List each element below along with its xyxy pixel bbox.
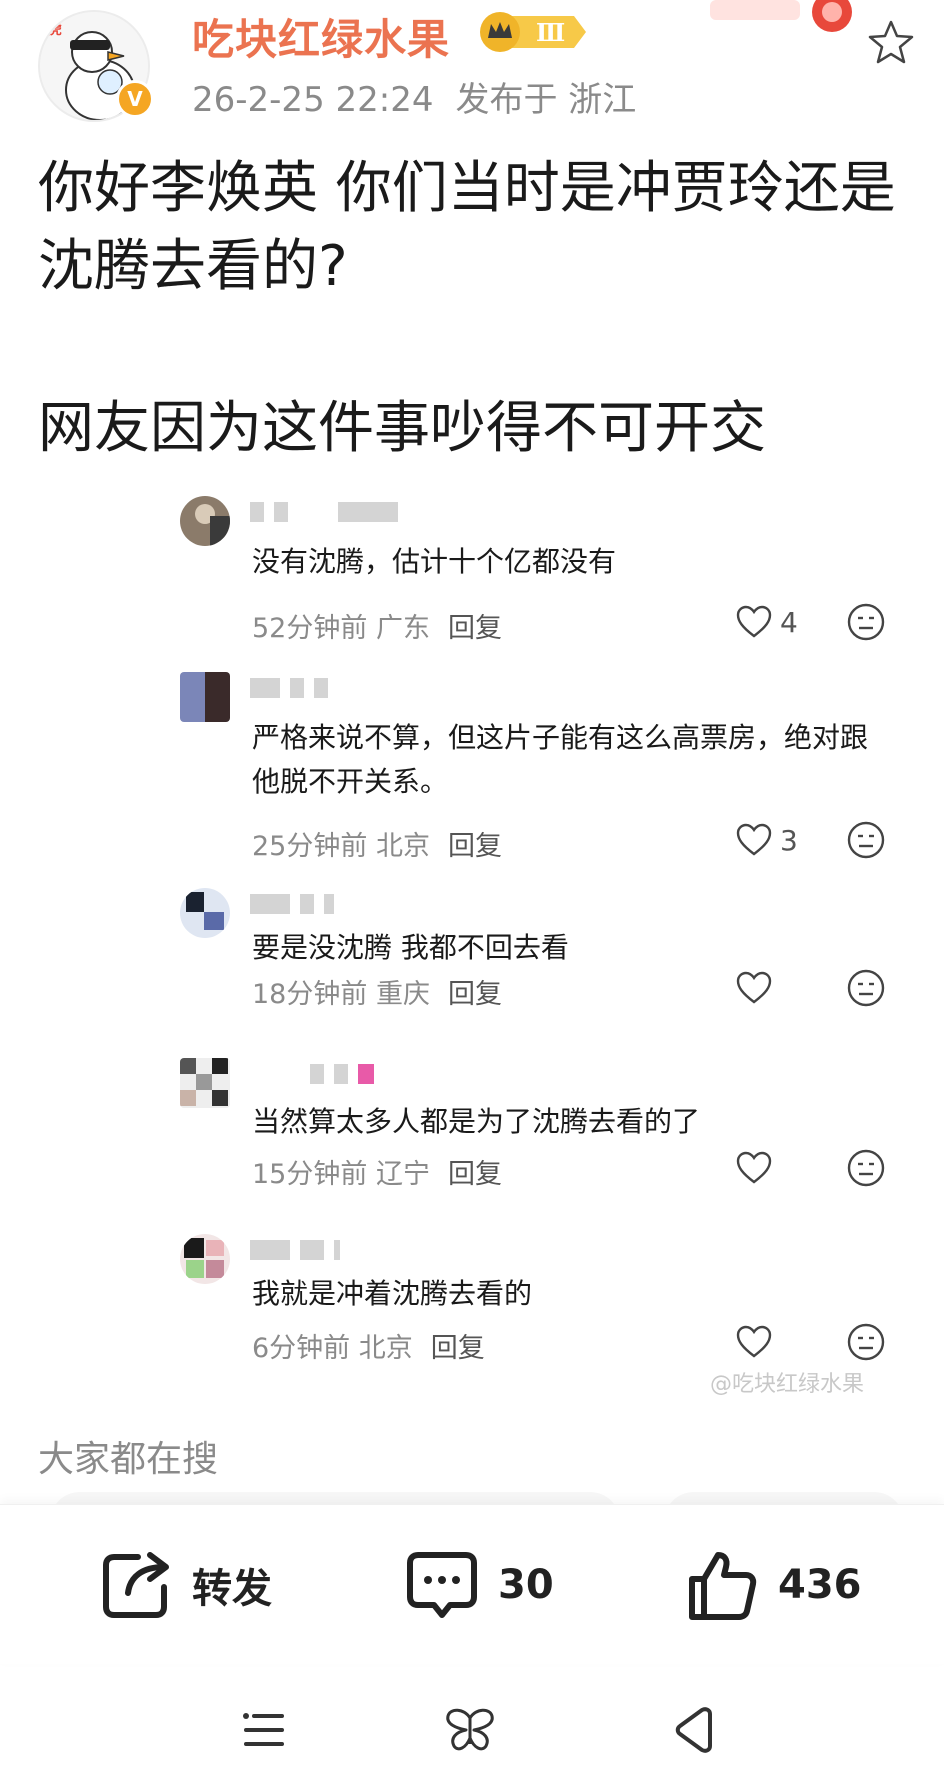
commenter-avatar[interactable]	[180, 1058, 230, 1108]
like-button[interactable]: 436	[684, 1545, 862, 1625]
emoji-icon[interactable]	[846, 820, 886, 860]
commenter-name-blurred	[250, 894, 450, 916]
comment-location: 北京	[358, 1333, 413, 1364]
commenter-name-blurred	[250, 678, 450, 700]
emoji-icon[interactable]	[846, 968, 886, 1008]
post-text-question: 你好李焕英 你们当时是冲贾玲还是沈腾去看的?	[38, 156, 896, 299]
comment-like-button[interactable]	[736, 1148, 816, 1188]
comment-text: 要是没沈腾 我都不回去看	[252, 931, 569, 964]
comment-location: 北京	[375, 831, 430, 862]
heart-icon	[736, 971, 772, 1004]
back-icon[interactable]	[668, 1704, 720, 1756]
heart-icon	[736, 1325, 772, 1358]
post-location: 发布于 浙江	[455, 80, 637, 120]
svg-text:虎: 虎	[48, 21, 62, 38]
comment-meta: 25分钟前 北京 回复	[252, 824, 502, 863]
comment-time: 18分钟前	[252, 979, 368, 1010]
like-count: 436	[778, 1562, 862, 1608]
comment-meta: 52分钟前 广东 回复	[252, 606, 502, 645]
level-badge-icon: Ⅲ	[480, 12, 586, 52]
heart-icon	[736, 1151, 772, 1184]
comment-time: 52分钟前	[252, 613, 368, 644]
comment-meta: 6分钟前 北京 回复	[252, 1326, 485, 1365]
comment-like-button[interactable]	[736, 1322, 816, 1362]
comment-like-count: 4	[780, 605, 798, 639]
comment-like-button[interactable]: 3	[736, 820, 816, 860]
commenter-name-blurred	[250, 1064, 450, 1086]
comment-meta: 15分钟前 辽宁 回复	[252, 1152, 502, 1191]
comment-location: 重庆	[375, 979, 430, 1010]
watermark-text: @吃块红绿水果	[710, 1372, 865, 1397]
post-meta: 26-2-25 22:24 发布于 浙江	[192, 72, 658, 121]
comment-time: 25分钟前	[252, 831, 368, 862]
reply-button[interactable]: 回复	[448, 979, 502, 1010]
repost-label: 转发	[192, 1566, 272, 1612]
commenter-name-blurred	[250, 502, 450, 524]
commenter-avatar[interactable]	[180, 1234, 230, 1284]
commenter-name-blurred	[250, 1240, 450, 1262]
comment-text: 当然算太多人都是为了沈腾去看的了	[252, 1105, 701, 1138]
comment-icon	[407, 1552, 477, 1618]
emoji-icon[interactable]	[846, 602, 886, 642]
comment-text: 没有沈腾，估计十个亿都没有	[252, 545, 617, 578]
post-action-bar: 转发 30 436	[0, 1504, 944, 1664]
post-header: 虎 V 吃块红绿水果 Ⅲ 26-2-25 22:24 发布于 浙江	[0, 0, 944, 130]
emoji-icon[interactable]	[846, 1148, 886, 1188]
tiger-sticker-icon	[710, 0, 852, 32]
reply-button[interactable]: 回复	[448, 831, 502, 862]
comment-like-button[interactable]	[736, 968, 816, 1008]
commenter-avatar[interactable]	[180, 672, 230, 722]
comment-text: 严格来说不算，但这片子能有这么高票房，绝对跟他脱不开关系。	[252, 721, 869, 798]
butterfly-icon[interactable]	[444, 1704, 496, 1756]
comment-location: 辽宁	[375, 1159, 430, 1190]
comment-button[interactable]: 30	[404, 1545, 554, 1625]
comment-like-button[interactable]: 4	[736, 602, 816, 642]
commenter-avatar[interactable]	[180, 888, 230, 938]
heart-icon	[736, 823, 772, 856]
menu-icon[interactable]	[238, 1704, 290, 1756]
heart-icon	[736, 605, 772, 638]
thumb-up-icon	[689, 1552, 757, 1620]
emoji-icon[interactable]	[846, 1322, 886, 1362]
verified-badge: V	[116, 80, 154, 118]
comment-time: 15分钟前	[252, 1159, 368, 1190]
repost-icon	[103, 1552, 169, 1618]
comment-location: 广东	[375, 613, 430, 644]
reply-button[interactable]: 回复	[431, 1333, 485, 1364]
repost-button[interactable]: 转发	[98, 1545, 272, 1625]
comment-meta: 18分钟前 重庆 回复	[252, 972, 502, 1011]
comment-text: 我就是冲着沈腾去看的	[252, 1277, 533, 1310]
star-icon[interactable]	[866, 18, 916, 68]
bottom-nav-bar	[0, 1664, 944, 1788]
comment-time: 6分钟前	[252, 1333, 351, 1364]
level-text: Ⅲ	[536, 18, 565, 47]
post-timestamp: 26-2-25 22:24	[192, 80, 434, 120]
reply-button[interactable]: 回复	[448, 613, 502, 644]
post-text-summary: 网友因为这件事吵得不可开交	[38, 396, 766, 461]
trending-search-title: 大家都在搜	[38, 1439, 219, 1480]
author-name[interactable]: 吃块红绿水果	[192, 6, 450, 67]
commenter-avatar[interactable]	[180, 496, 230, 546]
comment-count: 30	[498, 1562, 554, 1608]
reply-button[interactable]: 回复	[448, 1159, 502, 1190]
comment-like-count: 3	[780, 823, 798, 857]
